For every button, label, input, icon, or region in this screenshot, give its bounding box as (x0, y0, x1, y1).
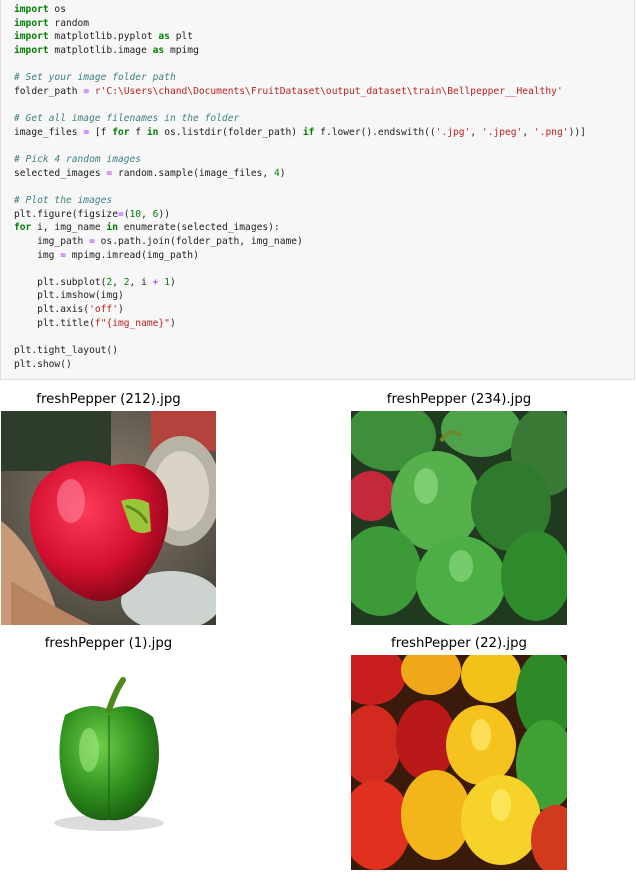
code-token: ) (169, 317, 176, 329)
code-token: f"{img_name}" (94, 317, 170, 329)
code-token: mpimg.imread(img_path) (66, 249, 199, 261)
code-line: img = mpimg.imread(img_path) (14, 249, 586, 263)
output-area: freshPepper (212).jpg freshPepper (234).… (0, 380, 637, 881)
code-token: plt (169, 31, 194, 43)
code-token: image_files (14, 126, 84, 138)
code-token: plt.imshow(img) (14, 290, 124, 302)
code-line: import matplotlib.pyplot as plt (14, 30, 586, 44)
code-token: as (152, 44, 165, 56)
code-token: os.path.join(folder_path, img_name) (94, 235, 303, 247)
subplot-title-2: freshPepper (234).jpg (386, 392, 532, 407)
code-token: # Plot the images (14, 194, 113, 206)
code-token: enumerate(selected_images): (117, 222, 280, 234)
code-token: , (522, 126, 534, 138)
code-line: plt.title(f"{img_name}") (14, 317, 586, 331)
code-token: ))] (568, 126, 586, 138)
code-token: [f (89, 126, 113, 138)
subplot-title-3: freshPepper (1).jpg (44, 636, 173, 651)
code-token: mpimg (164, 44, 199, 56)
code-token: selected_images (14, 167, 107, 179)
code-line: plt.imshow(img) (14, 289, 586, 303)
code-line: import random (14, 17, 586, 31)
code-token: import (14, 31, 49, 43)
code-token: 10 (129, 208, 142, 220)
code-line: plt.subplot(2, 2, i + 1) (14, 276, 586, 290)
code-token: import (14, 44, 49, 56)
code-token: # Set your image folder path (14, 72, 176, 84)
code-line: plt.axis('off') (14, 303, 586, 317)
code-token: # Get all image filenames in the folder (14, 113, 240, 125)
code-cell[interactable]: import os import random import matplotlib.… (0, 0, 635, 380)
code-token: # Pick 4 random images (14, 154, 142, 166)
code-line: import os (14, 3, 586, 17)
code-token: '.png' (533, 126, 569, 138)
code-token: in (146, 126, 159, 138)
code-token: plt.subplot( (14, 276, 107, 288)
code-line: folder_path = r'C:\Users\chand\Documents… (14, 85, 586, 99)
code-token: random.sample(image_files, (112, 167, 274, 179)
code-token: img (14, 249, 61, 261)
code-token: , (470, 126, 482, 138)
code-line: plt.figure(figsize=(10, 6)) (14, 208, 586, 222)
code-token: )) (158, 208, 170, 220)
code-token: matplotlib.image (48, 44, 153, 56)
subplot-title-4: freshPepper (22).jpg (391, 636, 527, 651)
code-token: ) (117, 304, 124, 316)
code-line: # Pick 4 random images (14, 153, 586, 167)
code-line: img_path = os.path.join(folder_path, img… (14, 235, 586, 249)
code-token: as (158, 31, 170, 43)
code-token: f (129, 126, 147, 138)
code-line: for i, img_name in enumerate(selected_im… (14, 221, 586, 235)
subplot-title-1: freshPepper (212).jpg (36, 392, 181, 407)
subplot-image-green-pepper-single (1, 655, 216, 870)
subplot-image-green-peppers-pile (351, 411, 567, 625)
code-token: plt.axis( (14, 304, 90, 316)
code-token: plt.figure(figsize (14, 208, 118, 220)
code-token: , i (129, 276, 153, 288)
code-token: if (302, 126, 315, 138)
code-line: plt.tight_layout() (14, 344, 586, 358)
code-token: random (48, 17, 90, 29)
code-token: plt.title( (14, 317, 95, 329)
code-editor[interactable]: import os import random import matplotlib.… (14, 3, 586, 371)
code-token: plt.show() (14, 358, 72, 370)
code-line: image_files = [f for f in os.listdir(fol… (14, 126, 586, 140)
code-token: '.jpeg' (481, 126, 523, 138)
code-token: for (112, 126, 130, 138)
code-token: ) (170, 276, 176, 288)
code-line: # Get all image filenames in the folder (14, 112, 586, 126)
code-line: # Plot the images (14, 194, 586, 208)
code-token: for (14, 222, 32, 234)
code-token: '.jpg' (435, 126, 471, 138)
subplot-image-red-pepper (1, 411, 216, 625)
code-token: in (106, 222, 118, 234)
code-line: selected_images = random.sample(image_fi… (14, 167, 586, 181)
code-token: i, img_name (31, 222, 107, 234)
code-token: 'off' (89, 304, 118, 316)
code-token: folder_path (14, 85, 84, 97)
code-token: , (112, 276, 124, 288)
code-token: img_path (14, 235, 90, 247)
code-token: ) (279, 167, 286, 179)
code-token: plt.tight_layout() (14, 345, 118, 357)
code-token: , (141, 208, 153, 220)
code-line: import matplotlib.image as mpimg (14, 44, 586, 58)
code-line: # Set your image folder path (14, 71, 586, 85)
subplot-image-mixed-peppers (351, 655, 567, 870)
code-line: plt.show() (14, 358, 586, 372)
code-token: matplotlib.pyplot (48, 31, 159, 43)
code-token: f.lower().endswith(( (314, 126, 436, 138)
code-token: import (14, 4, 49, 15)
code-token: os.listdir(folder_path) (158, 126, 303, 138)
code-token: import (14, 17, 49, 29)
code-token: r'C:\Users\chand\Documents\FruitDataset\… (94, 85, 563, 97)
code-token: os (48, 4, 66, 15)
